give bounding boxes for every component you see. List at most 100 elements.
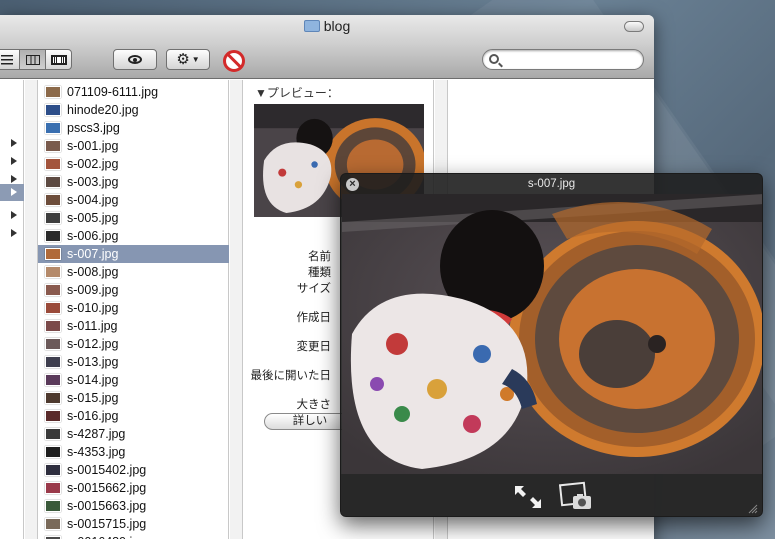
column-view-icon [25, 54, 40, 65]
quicklook-image [342, 194, 762, 474]
window-titlebar: blog ⚙ ▼ [0, 15, 654, 79]
meta-label-name: 名前 [308, 251, 331, 263]
file-list-item[interactable]: s-005.jpg [38, 209, 229, 227]
search-field[interactable] [482, 49, 644, 70]
meta-label-dimensions: 大きさ [296, 399, 332, 411]
view-mode-selector [0, 49, 72, 70]
file-list-item[interactable]: s-015.jpg [38, 389, 229, 407]
disclosure-arrow-icon[interactable] [11, 139, 17, 147]
fullscreen-icon[interactable] [513, 484, 543, 510]
file-name: s-012.jpg [67, 337, 119, 351]
quicklook-button[interactable] [113, 49, 157, 70]
file-name: pscs3.jpg [67, 121, 120, 135]
file-name: s-0015402.jpg [67, 463, 147, 477]
file-list-item[interactable]: s-0015402.jpg [38, 461, 229, 479]
file-list-item[interactable]: s-001.jpg [38, 137, 229, 155]
file-thumbnail-icon [45, 194, 61, 206]
file-list-item[interactable]: s-009.jpg [38, 281, 229, 299]
quicklook-panel: × s-007.jpg [340, 173, 763, 517]
folder-icon [303, 20, 320, 32]
file-thumbnail-icon [45, 428, 61, 440]
window-title: blog [0, 18, 654, 34]
preview-header[interactable]: ▼プレビュー： [255, 84, 339, 101]
disclosure-arrow-icon[interactable] [11, 211, 17, 219]
file-name: s-016.jpg [67, 409, 119, 423]
add-to-iphoto-icon[interactable] [559, 480, 593, 512]
file-list-item[interactable]: hinode20.jpg [38, 101, 229, 119]
file-name: s-007.jpg [67, 247, 119, 261]
file-name: s-010.jpg [67, 301, 119, 315]
file-list-item[interactable]: s-003.jpg [38, 173, 229, 191]
prohibited-icon[interactable] [223, 50, 245, 72]
file-name: s-003.jpg [67, 175, 119, 189]
file-name: hinode20.jpg [67, 103, 139, 117]
column-divider[interactable] [25, 80, 37, 539]
coverflow-view-button[interactable] [45, 49, 72, 70]
toolbar-toggle-button[interactable] [624, 21, 644, 32]
resize-handle-icon[interactable] [748, 504, 758, 514]
list-view-button[interactable] [0, 49, 20, 70]
disclosure-arrow-icon[interactable] [11, 229, 17, 237]
file-name: s-001.jpg [67, 139, 119, 153]
gear-icon: ⚙ [176, 51, 190, 68]
file-name: s-0015663.jpg [67, 499, 147, 513]
file-list-item[interactable]: s-0015662.jpg [38, 479, 229, 497]
column-parent [0, 80, 24, 539]
file-thumbnail-icon [45, 356, 61, 368]
file-thumbnail-icon [45, 320, 61, 332]
file-list-item[interactable]: s-008.jpg [38, 263, 229, 281]
file-list-column: 071109-6111.jpg hinode20.jpg pscs3.jpg s-00… [37, 80, 229, 539]
file-list-item[interactable]: s-0016489.jpg [38, 533, 229, 539]
file-name: 071109-6111.jpg [67, 85, 159, 99]
file-list-item[interactable]: s-010.jpg [38, 299, 229, 317]
search-icon [489, 54, 499, 64]
file-thumbnail-icon [45, 266, 61, 278]
disclosure-arrow-icon[interactable] [11, 175, 17, 183]
window-title-text: blog [323, 18, 351, 34]
file-thumbnail-icon [45, 410, 61, 422]
file-thumbnail-icon [45, 392, 61, 404]
file-name: s-011.jpg [67, 319, 118, 333]
column-divider[interactable] [230, 80, 242, 539]
search-input[interactable] [503, 52, 633, 67]
meta-label-size: サイズ [296, 283, 331, 295]
list-view-icon [0, 54, 13, 64]
file-name: s-014.jpg [67, 373, 119, 387]
file-thumbnail-icon [45, 464, 61, 476]
action-menu-button[interactable]: ⚙ ▼ [166, 49, 210, 70]
disclosure-arrow-icon[interactable] [11, 157, 17, 165]
file-list-item[interactable]: pscs3.jpg [38, 119, 229, 137]
file-list-item[interactable]: s-4287.jpg [38, 425, 229, 443]
file-list-item[interactable]: 071109-6111.jpg [38, 83, 229, 101]
file-name: s-009.jpg [67, 283, 119, 297]
column-parent-selected-row[interactable] [0, 184, 24, 201]
file-thumbnail-icon [45, 212, 61, 224]
file-list-item[interactable]: s-006.jpg [38, 227, 229, 245]
file-thumbnail-icon [45, 338, 61, 350]
file-list-item[interactable]: s-014.jpg [38, 371, 229, 389]
file-list-item[interactable]: s-007.jpg [38, 245, 229, 263]
file-name: s-0015662.jpg [67, 481, 147, 495]
file-list-item[interactable]: s-016.jpg [38, 407, 229, 425]
meta-label-modified: 変更日 [296, 341, 332, 353]
file-thumbnail-icon [45, 500, 61, 512]
file-list-item[interactable]: s-012.jpg [38, 335, 229, 353]
file-name: s-004.jpg [67, 193, 119, 207]
coverflow-view-icon [50, 54, 67, 65]
file-name: s-013.jpg [67, 355, 119, 369]
file-list-item[interactable]: s-013.jpg [38, 353, 229, 371]
file-list-item[interactable]: s-4353.jpg [38, 443, 229, 461]
file-thumbnail-icon [45, 518, 61, 530]
file-list-item[interactable]: s-004.jpg [38, 191, 229, 209]
file-name: s-008.jpg [67, 265, 119, 279]
file-name: s-4353.jpg [67, 445, 126, 459]
file-list-item[interactable]: s-0015715.jpg [38, 515, 229, 533]
file-name: s-4287.jpg [67, 427, 126, 441]
column-view-button[interactable] [19, 49, 46, 70]
file-list-item[interactable]: s-011.jpg [38, 317, 229, 335]
file-list-item[interactable]: s-0015663.jpg [38, 497, 229, 515]
file-list-item[interactable]: s-002.jpg [38, 155, 229, 173]
eye-icon [128, 55, 142, 64]
file-thumbnail-icon [45, 482, 61, 494]
file-thumbnail-icon [45, 86, 61, 98]
